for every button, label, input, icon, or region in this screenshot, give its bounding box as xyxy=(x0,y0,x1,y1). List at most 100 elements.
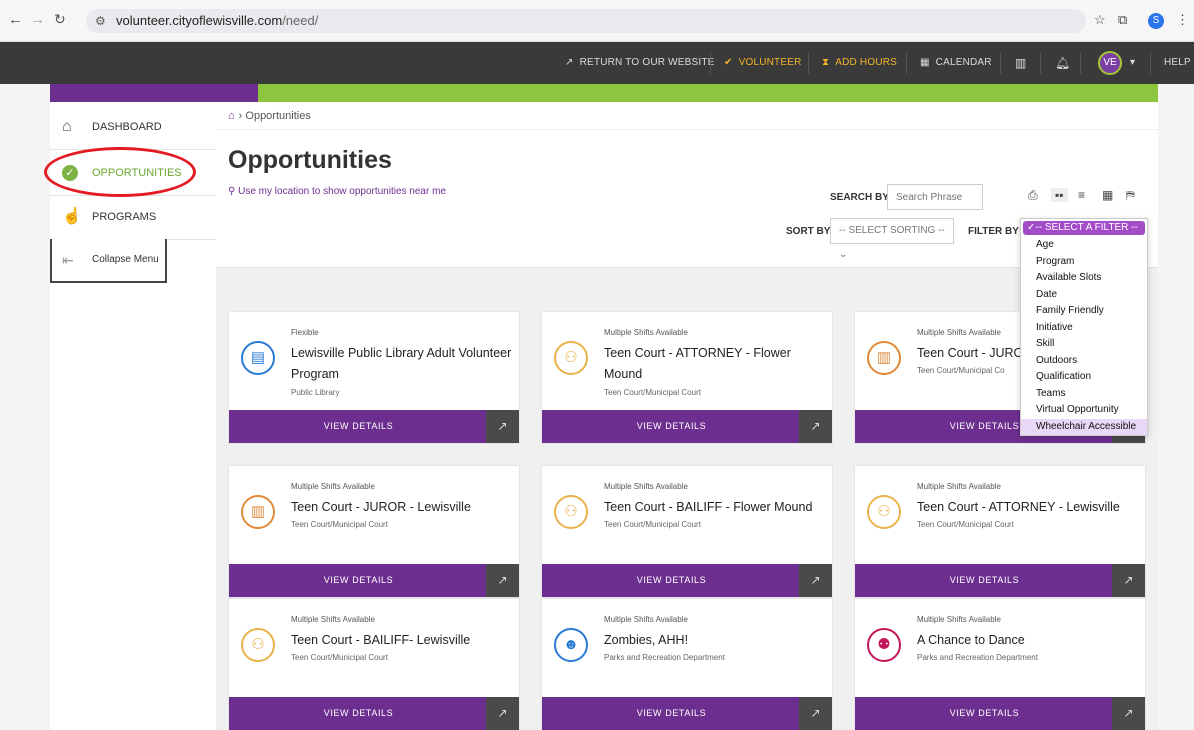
collapse-menu-button[interactable]: ⇤ Collapse Menu xyxy=(50,239,167,283)
card-title: Teen Court - ATTORNEY - Lewisville xyxy=(917,500,1120,514)
site-settings-icon[interactable]: ⚙ xyxy=(95,9,106,33)
map-view-icon[interactable]: ⛿ xyxy=(1126,188,1135,203)
filter-label: FILTER BY xyxy=(968,226,1019,237)
list-view-icon[interactable]: ≡ xyxy=(1078,188,1085,202)
card-title: Teen Court - ATTORNEY - Flower Mound xyxy=(604,346,791,381)
url-path: /need/ xyxy=(282,13,319,28)
card-availability: Multiple Shifts Available xyxy=(604,328,688,337)
print-icon[interactable]: ⎙ xyxy=(1028,188,1038,203)
filter-option[interactable]: Available Slots xyxy=(1021,270,1147,287)
view-details-button[interactable]: VIEW DETAILS xyxy=(542,564,801,597)
filter-option[interactable]: Teams xyxy=(1021,386,1147,403)
card-organization: Teen Court/Municipal Court xyxy=(291,653,388,662)
sidebar-item-dashboard[interactable]: ⌂ DASHBOARD xyxy=(50,104,216,150)
notification-bell-icon[interactable]: 🔔︎ xyxy=(1055,42,1070,84)
share-icon[interactable]: ↗ xyxy=(799,564,832,597)
share-icon[interactable]: ↗ xyxy=(1112,564,1145,597)
url-host: volunteer.cityoflewisville.com xyxy=(116,13,283,28)
divider xyxy=(906,52,907,74)
book-icon: ▤ xyxy=(241,341,275,375)
view-details-button[interactable]: VIEW DETAILS xyxy=(229,697,488,730)
card-availability: Multiple Shifts Available xyxy=(291,615,375,624)
breadcrumb-current: Opportunities xyxy=(245,110,311,122)
sidebar-item-label: PROGRAMS xyxy=(92,211,157,223)
filter-option[interactable]: Wheelchair Accessible xyxy=(1021,418,1147,435)
chevron-down-icon[interactable]: ▾ xyxy=(1130,42,1135,84)
filter-selected-label: -- SELECT A FILTER -- xyxy=(1035,222,1138,233)
filter-option[interactable]: Virtual Opportunity xyxy=(1021,402,1147,419)
help-link[interactable]: HELP xyxy=(1164,42,1191,84)
card-availability: Multiple Shifts Available xyxy=(604,615,688,624)
people-icon: ⚇ xyxy=(241,628,275,662)
people-icon: ⚇ xyxy=(554,341,588,375)
check-circle-icon: ✔ xyxy=(724,57,733,68)
use-location-link[interactable]: ⚲ Use my location to show opportunities … xyxy=(228,186,446,197)
reports-icon[interactable]: ▥ xyxy=(1015,42,1027,84)
search-label: SEARCH BY xyxy=(830,192,889,203)
back-arrow-icon[interactable]: ← xyxy=(8,11,23,28)
share-icon[interactable]: ↗ xyxy=(799,697,832,730)
add-hours-link[interactable]: ⧗ ADD HOURS xyxy=(822,42,897,84)
share-icon[interactable]: ↗ xyxy=(799,410,832,443)
filter-option[interactable]: Qualification xyxy=(1021,369,1147,386)
filter-dropdown[interactable]: ✓-- SELECT A FILTER -- Age Program Avail… xyxy=(1020,218,1148,436)
bookmark-star-icon[interactable]: ☆ xyxy=(1094,12,1106,28)
browser-chrome: ← → ↻ ⚙ volunteer.cityoflewisville.com/n… xyxy=(0,0,1194,42)
divider xyxy=(808,52,809,74)
filter-option[interactable]: Outdoors xyxy=(1021,353,1147,370)
sort-select[interactable]: -- SELECT SORTING -- ⌄ xyxy=(830,218,954,260)
card-organization: Teen Court/Municipal Court xyxy=(604,520,701,529)
reload-icon[interactable]: ↻ xyxy=(54,11,66,28)
calendar-icon: ▦ xyxy=(920,57,930,68)
hourglass-icon: ⧗ xyxy=(822,57,830,68)
profile-avatar[interactable]: S xyxy=(1148,13,1164,29)
calendar-view-icon[interactable]: ▦ xyxy=(1102,188,1113,202)
filter-option[interactable]: Date xyxy=(1021,287,1147,304)
share-icon[interactable]: ↗ xyxy=(1112,697,1145,730)
filter-option[interactable]: Skill xyxy=(1021,336,1147,353)
view-details-button[interactable]: VIEW DETAILS xyxy=(542,410,801,443)
filter-option[interactable]: Initiative xyxy=(1021,320,1147,337)
user-avatar[interactable]: VE xyxy=(1098,51,1122,75)
sidebar-item-programs[interactable]: ☝ PROGRAMS xyxy=(50,194,216,240)
opportunity-card: ⚇ Multiple Shifts Available Teen Court -… xyxy=(541,311,833,444)
card-availability: Multiple Shifts Available xyxy=(917,328,1001,337)
hand-icon: ☝ xyxy=(62,208,82,225)
filter-option[interactable]: Program xyxy=(1021,254,1147,271)
volunteer-link[interactable]: ✔ VOLUNTEER xyxy=(724,42,802,84)
card-title: A Chance to Dance xyxy=(917,633,1025,647)
filter-option[interactable]: Age xyxy=(1021,237,1147,254)
grid-view-icon[interactable]: ▪▪ xyxy=(1051,188,1068,202)
search-input[interactable] xyxy=(887,184,983,210)
page-header: ⌂ › Opportunities Opportunities ⚲ Use my … xyxy=(216,102,1158,268)
view-details-button[interactable]: VIEW DETAILS xyxy=(229,564,488,597)
share-icon[interactable]: ↗ xyxy=(486,410,519,443)
calendar-link[interactable]: ▦ CALENDAR xyxy=(920,42,992,84)
card-availability: Flexible xyxy=(291,328,319,337)
volunteer-label: VOLUNTEER xyxy=(738,57,802,68)
open-book-icon: ▥ xyxy=(867,341,901,375)
brand-band xyxy=(50,84,1158,102)
view-details-button[interactable]: VIEW DETAILS xyxy=(229,410,488,443)
view-details-button[interactable]: VIEW DETAILS xyxy=(542,697,801,730)
card-organization: Parks and Recreation Department xyxy=(917,653,1038,662)
extensions-icon[interactable]: ⧉ xyxy=(1118,12,1127,28)
share-icon[interactable]: ↗ xyxy=(486,697,519,730)
people-icon: ⚇ xyxy=(554,495,588,529)
browser-menu-icon[interactable]: ⋮ xyxy=(1176,12,1189,28)
group-icon: ⚉ xyxy=(867,628,901,662)
return-to-website-link[interactable]: ↗ RETURN TO OUR WEBSITE xyxy=(565,42,715,84)
view-details-button[interactable]: VIEW DETAILS xyxy=(855,564,1114,597)
opportunity-card: ▥ Multiple Shifts Available Teen Court -… xyxy=(228,465,520,598)
share-icon[interactable]: ↗ xyxy=(486,564,519,597)
card-availability: Multiple Shifts Available xyxy=(917,482,1001,491)
filter-option[interactable]: Family Friendly xyxy=(1021,303,1147,320)
view-details-button[interactable]: VIEW DETAILS xyxy=(855,697,1114,730)
highlight-annotation xyxy=(44,147,196,197)
filter-selected-option[interactable]: ✓-- SELECT A FILTER -- xyxy=(1023,221,1145,235)
card-title: Teen Court - BAILIFF - Flower Mound xyxy=(604,500,813,514)
forward-arrow-icon[interactable]: → xyxy=(30,11,45,28)
home-icon[interactable]: ⌂ xyxy=(228,110,235,122)
address-bar[interactable]: ⚙ volunteer.cityoflewisville.com/need/ xyxy=(86,9,1086,33)
collapse-arrow-icon: ⇤ xyxy=(62,252,74,268)
